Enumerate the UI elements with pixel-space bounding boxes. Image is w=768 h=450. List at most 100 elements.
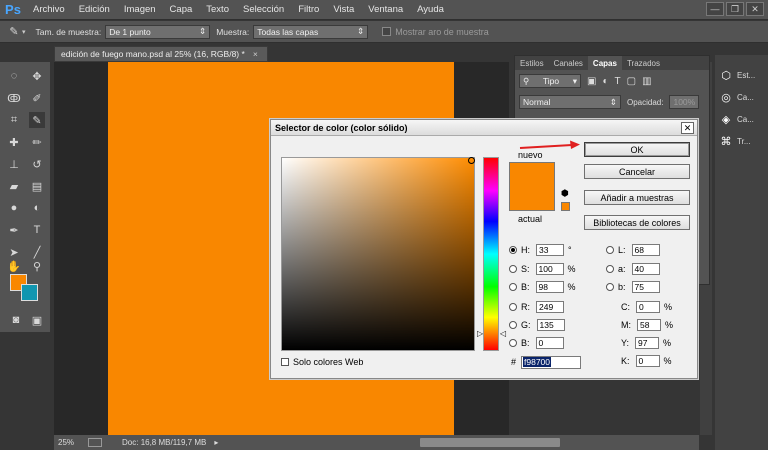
move-tool-icon[interactable]: ✥ — [29, 68, 45, 84]
black-input[interactable]: 0 — [635, 354, 660, 367]
tab-trazados[interactable]: Trazados — [622, 56, 665, 70]
shape-filter-icon[interactable]: ▢ — [627, 76, 636, 87]
sample-size-select[interactable]: De 1 punto ⇕ — [105, 24, 211, 39]
menu-archivo[interactable]: Archivo — [26, 4, 72, 15]
quick-mask-icon[interactable]: ◙ — [8, 312, 24, 328]
lasso-tool-icon[interactable]: ↂ — [6, 90, 22, 106]
hex-input[interactable]: f98700 — [521, 356, 581, 369]
sample-select[interactable]: Todas las capas ⇕ — [253, 24, 369, 39]
web-colors-only-checkbox[interactable] — [281, 358, 289, 366]
image-filter-icon[interactable]: ▣ — [587, 76, 596, 87]
menu-vista[interactable]: Vista — [326, 4, 361, 15]
lab-l-radio[interactable] — [606, 245, 614, 254]
cancel-button[interactable]: Cancelar — [584, 164, 690, 179]
dock-item-estilos[interactable]: ⬡ Est... — [719, 65, 767, 85]
dialog-close-button[interactable]: ✕ — [681, 122, 694, 134]
ok-button[interactable]: OK — [584, 142, 690, 157]
saturation-input[interactable]: 100 — [535, 262, 564, 275]
crop-tool-icon[interactable]: ⌗ — [6, 112, 22, 128]
restore-button[interactable]: ❐ — [726, 2, 744, 16]
tab-canales[interactable]: Canales — [549, 56, 588, 70]
blur-tool-icon[interactable]: ● — [6, 200, 22, 216]
smart-object-filter-icon[interactable]: ▥ — [642, 76, 651, 87]
layer-filter-select[interactable]: ⚲ Tipo ▾ — [519, 74, 581, 88]
show-ring-checkbox[interactable] — [382, 27, 392, 36]
dock-item-capas[interactable]: ◈ Ca... — [719, 109, 767, 129]
screen-mode-icon[interactable]: ▣ — [29, 312, 45, 328]
hue-input[interactable]: 33 — [536, 243, 564, 256]
hue-slider-left-handle-icon[interactable]: ▷ — [477, 329, 483, 338]
pen-tool-icon[interactable]: ✒ — [6, 222, 22, 238]
stamp-tool-icon[interactable]: ⊥ — [6, 156, 22, 172]
add-to-swatches-button[interactable]: Añadir a muestras — [584, 190, 690, 205]
blend-mode-select[interactable]: Normal ⇕ — [519, 95, 621, 109]
history-brush-tool-icon[interactable]: ↺ — [29, 156, 45, 172]
menu-texto[interactable]: Texto — [199, 4, 236, 15]
gradient-tool-icon[interactable]: ▤ — [29, 178, 45, 194]
tab-estilos[interactable]: Estilos — [515, 56, 549, 70]
dock-item-canales[interactable]: ◎ Ca... — [719, 87, 767, 107]
export-icon[interactable] — [88, 438, 103, 447]
type-filter-icon[interactable]: T — [615, 76, 621, 87]
dock-item-trazados[interactable]: ⌘ Tr... — [719, 131, 767, 151]
menu-ayuda[interactable]: Ayuda — [410, 4, 451, 15]
yellow-input[interactable]: 97 — [635, 336, 660, 349]
doc-info-arrow-icon[interactable]: ▸ — [214, 438, 218, 447]
brightness-input[interactable]: 98 — [535, 280, 564, 293]
web-safe-swatch[interactable] — [561, 202, 570, 211]
red-input[interactable]: 249 — [536, 300, 564, 313]
close-button[interactable]: ✕ — [746, 2, 764, 16]
zoom-tool-icon[interactable]: ⚲ — [29, 258, 45, 274]
hue-slider[interactable] — [483, 157, 499, 351]
eyedropper-icon[interactable]: ✎ — [6, 24, 22, 40]
zoom-level[interactable]: 25% — [58, 438, 74, 447]
color-libraries-button[interactable]: Bibliotecas de colores — [584, 215, 690, 230]
background-color-swatch[interactable] — [21, 284, 38, 301]
lab-a-radio[interactable] — [606, 264, 614, 273]
horizontal-scrollbar-thumb[interactable] — [420, 438, 560, 447]
green-input[interactable]: 135 — [536, 318, 565, 331]
menu-ventana[interactable]: Ventana — [361, 4, 410, 15]
eraser-tool-icon[interactable]: ▰ — [6, 178, 22, 194]
blue-radio[interactable] — [509, 338, 517, 347]
lab-b-input[interactable]: 75 — [631, 280, 660, 293]
saturation-radio[interactable] — [509, 264, 517, 273]
quick-select-tool-icon[interactable]: ✐ — [29, 90, 45, 106]
magenta-label: M: — [621, 319, 631, 330]
lab-a-input[interactable]: 40 — [631, 262, 660, 275]
saturation-brightness-field[interactable] — [281, 157, 475, 351]
marquee-tool-icon[interactable]: ◌ — [6, 68, 22, 84]
adjustment-filter-icon[interactable]: ◐ — [602, 76, 608, 87]
lab-l-input[interactable]: 68 — [631, 243, 660, 256]
cyan-input[interactable]: 0 — [636, 300, 660, 313]
eyedropper-tool-icon[interactable]: ✎ — [29, 112, 45, 128]
color-picker-ring-icon[interactable] — [468, 157, 475, 164]
hand-tool-icon[interactable]: ✋ — [6, 258, 22, 274]
blue-input[interactable]: 0 — [535, 336, 564, 349]
menu-capa[interactable]: Capa — [163, 4, 200, 15]
menu-seleccion[interactable]: Selección — [236, 4, 291, 15]
menu-filtro[interactable]: Filtro — [291, 4, 326, 15]
lab-b-radio[interactable] — [606, 282, 614, 291]
hue-radio[interactable] — [509, 245, 517, 254]
menu-edicion[interactable]: Edición — [72, 4, 117, 15]
document-tab[interactable]: edición de fuego mano.psd al 25% (16, RG… — [54, 46, 268, 62]
tab-capas[interactable]: Capas — [587, 56, 622, 70]
opacity-field[interactable]: 100% — [669, 95, 700, 109]
brightness-radio[interactable] — [509, 282, 517, 291]
out-of-gamut-cube-icon[interactable]: ⬢ — [561, 188, 569, 199]
dodge-tool-icon[interactable]: ◐ — [29, 200, 45, 216]
magenta-input[interactable]: 58 — [637, 318, 661, 331]
brush-tool-icon[interactable]: ✏ — [29, 134, 45, 150]
green-radio[interactable] — [509, 320, 517, 329]
red-radio[interactable] — [509, 302, 517, 311]
tool-preset-chevron-icon[interactable]: ▾ — [22, 28, 26, 36]
type-tool-icon[interactable]: T — [29, 222, 45, 238]
hue-slider-right-handle-icon[interactable]: ◁ — [500, 329, 506, 338]
cyan-row: C: 0 % — [621, 300, 672, 313]
layer-filter-value: Tipo — [542, 76, 560, 86]
healing-tool-icon[interactable]: ✚ — [6, 134, 22, 150]
menu-imagen[interactable]: Imagen — [117, 4, 163, 15]
close-tab-icon[interactable]: × — [253, 49, 258, 59]
minimize-button[interactable]: — — [706, 2, 724, 16]
